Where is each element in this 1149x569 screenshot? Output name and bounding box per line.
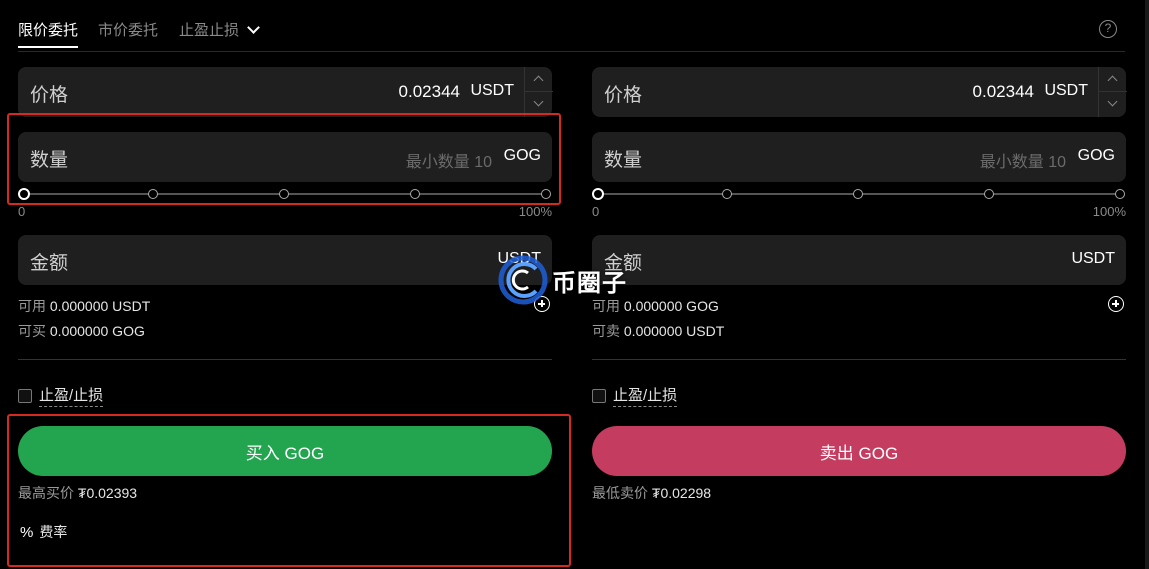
buy-best-value: ₮0.02393 <box>77 485 138 501</box>
buy-price-value: 0.02344 <box>398 82 460 101</box>
tab-tpsl-label: 止盈止损 <box>179 22 240 39</box>
slider-knob-100[interactable] <box>541 189 551 199</box>
tab-limit-order[interactable]: 限价委托 <box>18 19 79 48</box>
sell-quantity-input[interactable]: 数量 最小数量 10 GOG <box>592 132 1126 182</box>
sell-button[interactable]: 卖出 GOG <box>592 426 1126 476</box>
tab-market-order[interactable]: 市价委托 <box>98 19 158 40</box>
sell-available: 可用 0.000000 GOG <box>592 296 719 316</box>
chevron-down-icon[interactable] <box>1099 92 1127 117</box>
buy-price-stepper <box>524 67 553 117</box>
buy-amount-label: 金额 <box>30 253 69 274</box>
buy-amount-unit: USDT <box>497 250 541 267</box>
buy-panel: 价格 0.02344 USDT 数量 最小数量 10 GOG 0 100% 金额… <box>18 67 553 567</box>
tab-tpsl-dropdown[interactable]: 止盈止损 <box>179 19 260 40</box>
slider-knob-100[interactable] <box>1115 189 1125 199</box>
scrollbar[interactable] <box>1145 0 1149 569</box>
sell-amount-input[interactable]: 金额 USDT <box>592 235 1126 285</box>
sell-quantity-placeholder: 最小数量 10 <box>979 154 1066 171</box>
buy-can-buy: 可买 0.000000 GOG <box>18 321 145 341</box>
buy-slider-min-label: 0 <box>18 204 26 219</box>
buy-button[interactable]: 买入 GOG <box>18 426 552 476</box>
buy-tpsl-checkbox[interactable]: 止盈/止损 <box>18 384 104 407</box>
chevron-up-icon[interactable] <box>525 67 553 92</box>
checkbox-icon[interactable] <box>18 388 32 403</box>
sell-price-unit: USDT <box>1044 82 1088 99</box>
buy-available-label: 可用 <box>18 298 46 314</box>
chevron-down-icon[interactable] <box>525 92 553 117</box>
buy-quantity-unit: GOG <box>503 147 541 164</box>
slider-knob-25[interactable] <box>722 189 732 199</box>
checkbox-icon[interactable] <box>592 388 606 403</box>
chevron-up-icon[interactable] <box>1099 67 1127 92</box>
buy-price-label: 价格 <box>30 85 69 106</box>
sell-available-label: 可用 <box>592 298 620 314</box>
sell-tpsl-checkbox[interactable]: 止盈/止损 <box>592 384 678 407</box>
buy-quantity-slider[interactable] <box>18 188 552 200</box>
sell-quantity-slider[interactable] <box>592 188 1126 200</box>
divider <box>18 359 552 360</box>
buy-tpsl-label: 止盈/止损 <box>39 384 104 407</box>
sell-price-input[interactable]: 价格 0.02344 USDT <box>592 67 1127 117</box>
chevron-down-icon <box>247 20 260 34</box>
add-funds-icon[interactable] <box>534 296 550 312</box>
sell-amount-label: 金额 <box>604 253 643 274</box>
sell-can-label: 可卖 <box>592 323 620 339</box>
help-icon[interactable]: ? <box>1099 20 1117 38</box>
sell-best-label: 最低卖价 <box>592 485 648 501</box>
sell-price-value: 0.02344 <box>972 82 1034 101</box>
buy-available: 可用 0.000000 USDT <box>18 296 150 316</box>
sell-best-value: ₮0.02298 <box>651 485 712 501</box>
buy-can-value: 0.000000 GOG <box>49 323 145 339</box>
sell-best-price: 最低卖价 ₮0.02298 <box>592 483 711 503</box>
buy-best-label: 最高买价 <box>18 485 74 501</box>
order-type-tabs: 限价委托 市价委托 止盈止损 ? <box>18 14 1125 52</box>
sell-available-value: 0.000000 GOG <box>623 298 719 314</box>
sell-tpsl-label: 止盈/止损 <box>613 384 678 407</box>
sell-panel: 价格 0.02344 USDT 数量 最小数量 10 GOG 0 100% 金额… <box>592 67 1127 567</box>
sell-price-label: 价格 <box>604 85 643 106</box>
slider-knob-50[interactable] <box>853 189 863 199</box>
buy-can-label: 可买 <box>18 323 46 339</box>
sell-amount-unit: USDT <box>1071 250 1115 267</box>
buy-available-value: 0.000000 USDT <box>49 298 151 314</box>
buy-best-price: 最高买价 ₮0.02393 <box>18 483 137 503</box>
slider-knob-50[interactable] <box>279 189 289 199</box>
sell-can-sell: 可卖 0.000000 USDT <box>592 321 724 341</box>
fee-rate-link[interactable]: % 费率 <box>20 522 67 542</box>
sell-quantity-label: 数量 <box>604 150 643 171</box>
fee-rate-label: 费率 <box>39 524 68 540</box>
sell-slider-max-label: 100% <box>1092 204 1126 219</box>
buy-price-input[interactable]: 价格 0.02344 USDT <box>18 67 553 117</box>
buy-quantity-input[interactable]: 数量 最小数量 10 GOG <box>18 132 552 182</box>
buy-slider-max-label: 100% <box>518 204 552 219</box>
slider-knob-75[interactable] <box>410 189 420 199</box>
slider-knob-0[interactable] <box>592 188 604 200</box>
sell-price-stepper <box>1098 67 1127 117</box>
divider <box>592 359 1126 360</box>
percent-icon: % <box>20 523 34 541</box>
sell-can-value: 0.000000 USDT <box>623 323 725 339</box>
buy-amount-input[interactable]: 金额 USDT <box>18 235 552 285</box>
add-funds-icon[interactable] <box>1108 296 1124 312</box>
slider-knob-25[interactable] <box>148 189 158 199</box>
buy-quantity-placeholder: 最小数量 10 <box>405 154 492 171</box>
sell-quantity-unit: GOG <box>1077 147 1115 164</box>
sell-slider-min-label: 0 <box>592 204 600 219</box>
slider-knob-75[interactable] <box>984 189 994 199</box>
buy-price-unit: USDT <box>470 82 514 99</box>
buy-quantity-label: 数量 <box>30 150 69 171</box>
slider-knob-0[interactable] <box>18 188 30 200</box>
